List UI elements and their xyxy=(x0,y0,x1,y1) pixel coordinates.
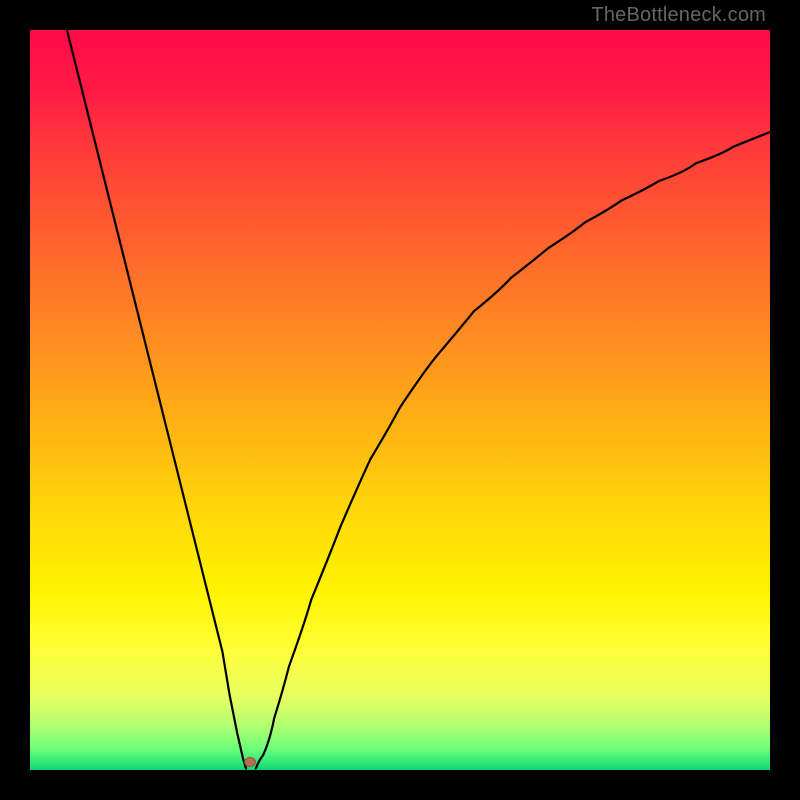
curve-left-branch xyxy=(67,30,246,769)
plot-area xyxy=(30,30,770,770)
min-point-marker xyxy=(244,757,256,767)
watermark-text: TheBottleneck.com xyxy=(591,4,766,27)
curve-right-branch xyxy=(256,132,770,768)
curve-svg xyxy=(30,30,770,770)
